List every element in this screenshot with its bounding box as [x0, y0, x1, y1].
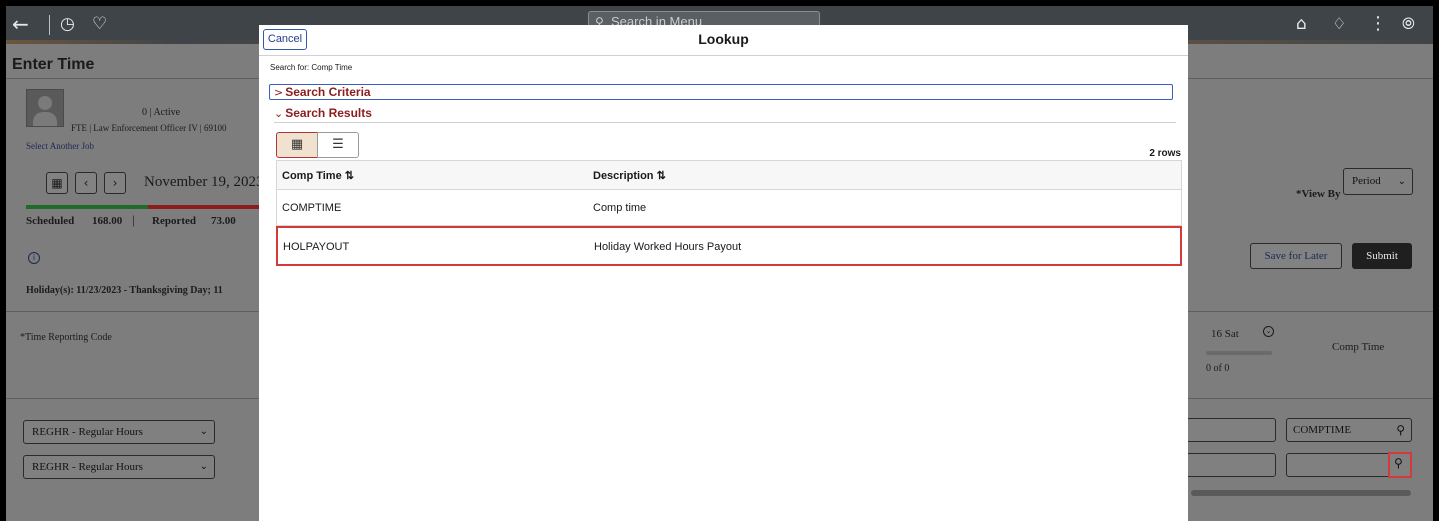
comp-time-input-row-1[interactable]: COMPTIME ⚲: [1286, 418, 1412, 442]
scheduled-value: 168.00: [92, 215, 123, 227]
column-header-description[interactable]: Description ⇅: [593, 169, 666, 182]
cell-description: Holiday Worked Hours Payout: [594, 241, 742, 253]
clock-icon[interactable]: ◷: [60, 13, 75, 35]
trc-select-row-1[interactable]: REGHR - Regular Hours ⌄: [23, 420, 215, 444]
search-for-label: Search for: Comp Time: [270, 63, 353, 72]
grid-view-button[interactable]: ▦: [276, 132, 318, 158]
grid-header: Comp Time ⇅ Description ⇅: [276, 160, 1182, 190]
day-count: 0 of 0: [1206, 363, 1230, 374]
search-icon: ⚲: [1394, 456, 1403, 470]
period-date-label: November 19, 2023 -: [144, 174, 273, 190]
trc-select-row-2[interactable]: REGHR - Regular Hours ⌄: [23, 455, 215, 479]
rows-count: 2 rows: [1149, 148, 1181, 159]
list-icon: ☰: [332, 137, 344, 152]
cell-code: COMPTIME: [282, 202, 342, 214]
grid-icon: ▦: [290, 137, 304, 152]
avatar: [26, 89, 64, 127]
chevron-right-icon: ›: [112, 176, 118, 190]
info-icon[interactable]: i: [28, 252, 40, 264]
kebab-menu-icon[interactable]: ⋮: [1369, 13, 1387, 35]
results-grid: Comp Time ⇅ Description ⇅ COMPTIME Comp …: [276, 160, 1182, 266]
search-criteria-header[interactable]: > Search Criteria: [274, 85, 371, 99]
list-view-button[interactable]: ☰: [317, 132, 359, 158]
bell-icon[interactable]: ♢: [1332, 13, 1346, 35]
view-by-select[interactable]: Period ⌄: [1343, 168, 1413, 195]
hours-input-row-1[interactable]: [1186, 418, 1276, 442]
banner-separator: [49, 15, 50, 35]
employee-status: 0 | Active: [142, 107, 181, 118]
trc-select-value: REGHR - Regular Hours: [32, 426, 143, 438]
chevron-left-icon: ‹: [83, 176, 89, 190]
view-by-label: *View By: [1296, 188, 1341, 200]
calendar-icon: ▦: [51, 176, 63, 190]
search-results-label: Search Results: [285, 106, 372, 120]
home-icon[interactable]: ⌂: [1296, 13, 1307, 35]
chevron-right-icon: >: [274, 86, 284, 99]
cancel-button[interactable]: Cancel: [263, 29, 307, 50]
employee-job: FTE | Law Enforcement Officer IV | 69100: [71, 123, 227, 133]
lookup-modal: Lookup Cancel Search for: Comp Time > Sea…: [259, 25, 1188, 521]
results-divider: [274, 122, 1176, 123]
arrow-left-icon[interactable]: ←: [12, 13, 29, 35]
submit-button[interactable]: Submit: [1352, 243, 1412, 269]
chevron-down-icon: ⌄: [274, 107, 284, 120]
day-progress-bar: [1206, 351, 1272, 355]
comp-time-column-header: Comp Time: [1332, 341, 1385, 353]
chevron-down-icon: ⌄: [199, 426, 208, 437]
column-header-comp-time[interactable]: Comp Time ⇅: [282, 169, 354, 182]
chevron-down-icon: ⌄: [199, 461, 208, 472]
search-results-header[interactable]: ⌄ Search Results: [274, 106, 372, 120]
cell-description: Comp time: [593, 202, 647, 214]
select-another-job-link[interactable]: Select Another Job: [26, 141, 94, 151]
chevron-down-circle-icon[interactable]: ⌄: [1263, 326, 1274, 337]
hours-input-row-2[interactable]: [1186, 453, 1276, 477]
hours-progress-bar: [26, 205, 266, 209]
save-for-later-button[interactable]: Save for Later: [1250, 243, 1342, 269]
cell-code: HOLPAYOUT: [283, 241, 350, 253]
heart-icon[interactable]: ♡: [92, 13, 107, 35]
calendar-button[interactable]: ▦: [46, 172, 68, 194]
holidays-text: Holiday(s): 11/23/2023 - Thanksgiving Da…: [26, 285, 223, 296]
trc-select-value: REGHR - Regular Hours: [32, 461, 143, 473]
search-icon[interactable]: ⚲: [1396, 419, 1405, 441]
scheduled-label: Scheduled: [26, 215, 75, 227]
page-title: Enter Time: [12, 56, 95, 73]
compass-icon[interactable]: ⦾: [1402, 13, 1415, 35]
search-criteria-toggle[interactable]: [269, 84, 1173, 100]
time-reporting-code-label: *Time Reporting Code: [20, 332, 112, 343]
stat-separator: |: [132, 212, 135, 227]
modal-header-divider: [259, 55, 1188, 56]
day-label: 16 Sat: [1211, 328, 1239, 340]
reported-value: 73.00: [211, 215, 236, 227]
search-criteria-label: Search Criteria: [285, 85, 371, 99]
reported-label: Reported: [152, 215, 196, 227]
chevron-down-icon: ⌄: [1397, 176, 1406, 187]
horizontal-scrollbar[interactable]: [1191, 490, 1411, 496]
view-by-value: Period: [1352, 175, 1381, 187]
comp-time-value: COMPTIME: [1293, 424, 1352, 436]
comp-time-lookup-button[interactable]: ⚲: [1388, 452, 1412, 478]
app-frame: ← ◷ ♡ ⚲ Search in Menu ⌂ ♢ ⋮ ⦾ Enter Tim…: [6, 6, 1433, 521]
table-row[interactable]: COMPTIME Comp time: [276, 190, 1182, 226]
modal-title: Lookup: [698, 31, 749, 47]
next-period-button[interactable]: ›: [104, 172, 126, 194]
table-row[interactable]: HOLPAYOUT Holiday Worked Hours Payout: [276, 226, 1182, 266]
prev-period-button[interactable]: ‹: [75, 172, 97, 194]
